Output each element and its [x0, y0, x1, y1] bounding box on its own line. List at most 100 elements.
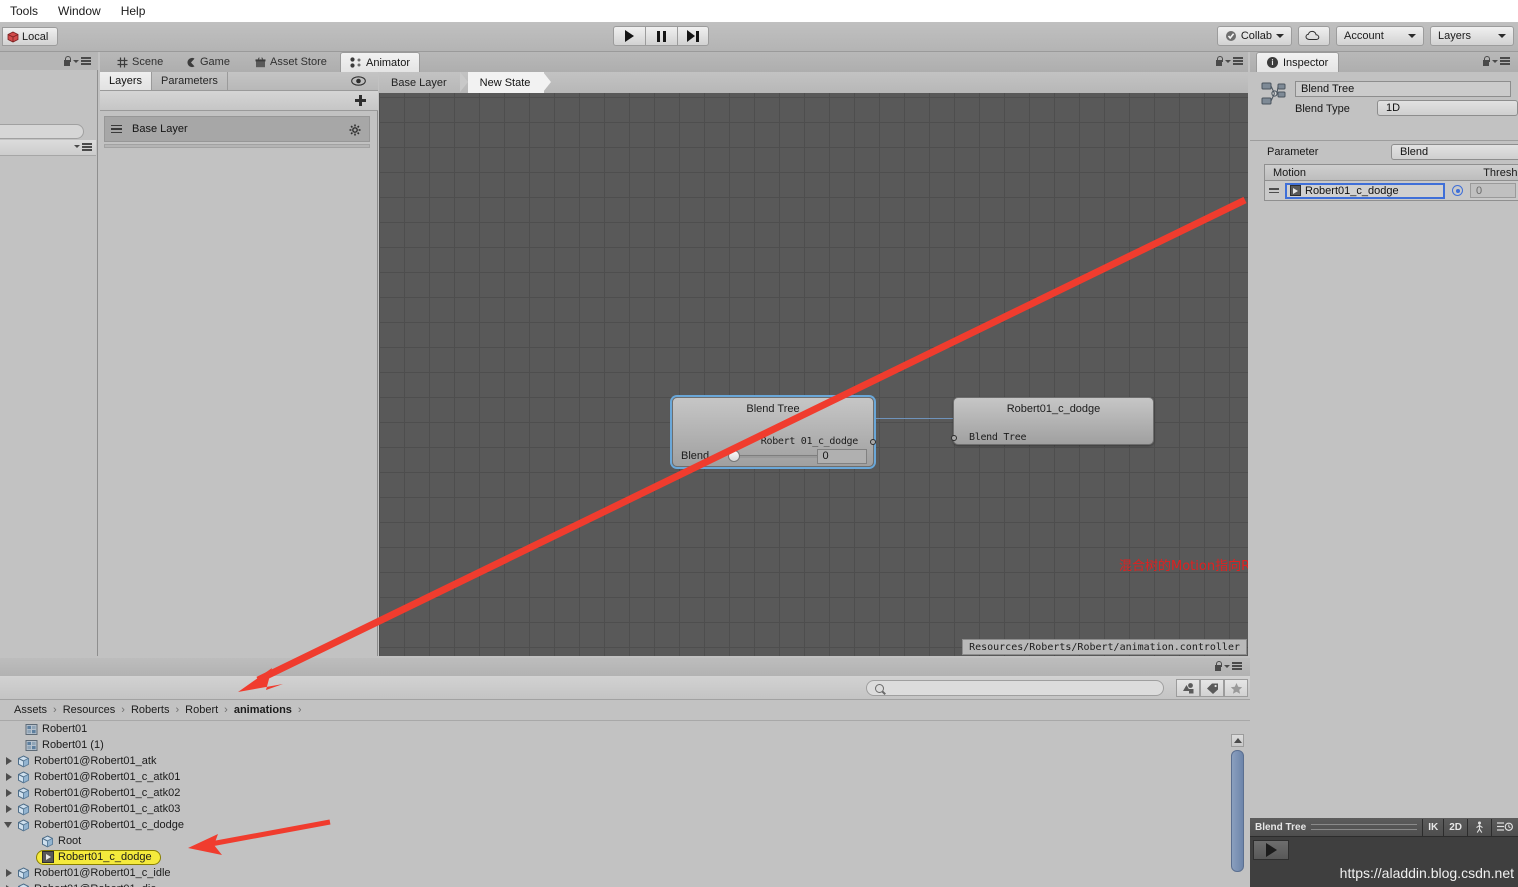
breadcrumb-separator-icon: ›	[175, 704, 180, 716]
list-item[interactable]: Robert01@Robert01_die	[0, 881, 1232, 887]
preview-2d-toggle[interactable]: 2D	[1443, 818, 1467, 836]
list-item[interactable]: Robert01@Robert01_c_atk03	[0, 801, 1232, 817]
scroll-up-button[interactable]	[1231, 734, 1244, 747]
tab-asset-store[interactable]: Asset Store	[246, 52, 336, 72]
list-item[interactable]: Robert01_c_dodge	[0, 849, 1232, 865]
list-item-label: Robert01@Robert01_c_atk02	[34, 787, 181, 799]
blend-tree-node-title: Blend Tree	[746, 403, 800, 415]
step-button[interactable]	[677, 26, 709, 46]
play-button[interactable]	[613, 26, 645, 46]
filter-type-icon[interactable]	[1176, 679, 1200, 697]
plus-icon[interactable]	[355, 95, 366, 106]
breadcrumb-new-state[interactable]: New State	[467, 72, 552, 93]
blend-slider[interactable]	[728, 449, 818, 463]
motion-list-row[interactable]: Robert01_c_dodge 0	[1264, 181, 1518, 201]
selected-item-highlight[interactable]: Robert01_c_dodge	[36, 849, 161, 865]
project-search-input[interactable]	[866, 680, 1164, 696]
eye-icon[interactable]	[351, 76, 366, 86]
menu-item-tools[interactable]: Tools	[0, 0, 48, 22]
input-port[interactable]	[951, 435, 957, 441]
tab-game[interactable]: Game	[176, 52, 239, 72]
blend-type-dropdown[interactable]: 1D	[1377, 100, 1518, 116]
project-file-list[interactable]: Robert01 Robert01 (1) Robert01@Robert01_…	[0, 721, 1232, 887]
animator-layers-panel: Layers Parameters Base Layer	[100, 72, 378, 656]
filter-label-icon[interactable]	[1200, 679, 1224, 697]
expand-arrow-icon[interactable]	[4, 868, 14, 878]
tab-animator[interactable]: Animator	[340, 52, 421, 72]
state-node-robert01-c-dodge[interactable]: Robert01_c_dodge Blend Tree	[951, 397, 1154, 445]
expand-arrow-icon[interactable]	[4, 788, 14, 798]
pause-button[interactable]	[645, 26, 677, 46]
collapse-arrow-icon[interactable]	[4, 820, 14, 830]
info-icon: i	[1267, 57, 1278, 68]
layers-list-body[interactable]	[100, 174, 377, 656]
menu-item-window[interactable]: Window	[48, 0, 111, 22]
breadcrumb-base-layer-label: Base Layer	[391, 76, 447, 89]
preview-play-button[interactable]	[1253, 840, 1289, 860]
breadcrumb-animations[interactable]: animations	[234, 704, 292, 716]
breadcrumb-assets[interactable]: Assets	[14, 704, 47, 716]
list-item[interactable]: Robert01@Robert01_c_idle	[0, 865, 1232, 881]
hierarchy-scene-row[interactable]	[0, 140, 96, 156]
slider-knob[interactable]	[728, 450, 741, 462]
tab-scene[interactable]: Scene	[108, 52, 172, 72]
animator-graph-canvas[interactable]: Base Layer New State Blend Tree Robert 0…	[379, 72, 1248, 656]
tab-game-label: Game	[200, 56, 230, 68]
threshold-field[interactable]: 0	[1470, 183, 1516, 198]
inspector-body: Blend Tree Blend Type 1D Parameter Blend…	[1250, 72, 1518, 818]
list-item[interactable]: Robert01@Robert01_c_atk01	[0, 769, 1232, 785]
breadcrumb-robert[interactable]: Robert	[185, 704, 218, 716]
expand-arrow-icon[interactable]	[4, 804, 14, 814]
hierarchy-lock-menu[interactable]	[63, 56, 91, 66]
expand-arrow-icon[interactable]	[4, 756, 14, 766]
list-item[interactable]: Robert01 (1)	[0, 737, 1232, 753]
layer-weight-bar[interactable]	[104, 144, 370, 148]
tab-inspector[interactable]: i Inspector	[1256, 52, 1340, 72]
favorite-star-icon[interactable]	[1224, 679, 1248, 697]
blend-value-field[interactable]: 0	[817, 448, 867, 464]
local-cube-icon	[7, 31, 19, 43]
collab-button[interactable]: Collab	[1216, 26, 1292, 46]
list-item[interactable]: Robert01	[0, 721, 1232, 737]
timeline-icon[interactable]	[1491, 818, 1518, 836]
breadcrumb-roberts[interactable]: Roberts	[131, 704, 170, 716]
blend-tree-node-motion-label: Robert 01_c_dodge	[760, 436, 859, 447]
drag-handle-icon[interactable]	[111, 124, 122, 134]
scrollbar-thumb[interactable]	[1231, 750, 1244, 872]
blend-tree-name-field[interactable]: Blend Tree	[1295, 81, 1511, 97]
list-item[interactable]: Robert01@Robert01_atk	[0, 753, 1232, 769]
motion-object-field[interactable]: Robert01_c_dodge	[1285, 182, 1445, 199]
menu-bar: Tools Window Help	[0, 0, 1518, 22]
breadcrumb-base-layer[interactable]: Base Layer	[379, 72, 468, 93]
account-button[interactable]: Account	[1336, 26, 1424, 46]
parameter-dropdown[interactable]: Blend	[1391, 144, 1518, 160]
hierarchy-search-input[interactable]	[0, 124, 84, 139]
project-lock-menu[interactable]	[1214, 661, 1242, 671]
tab-parameters[interactable]: Parameters	[152, 72, 228, 90]
slider-track	[728, 455, 818, 458]
expand-arrow-icon[interactable]	[4, 772, 14, 782]
object-picker-icon[interactable]	[1452, 185, 1463, 196]
layer-row-base-layer[interactable]: Base Layer	[104, 116, 370, 142]
blend-tree-node[interactable]: Blend Tree Robert 01_c_dodge Blend 0	[672, 397, 876, 467]
cloud-button[interactable]	[1298, 26, 1330, 46]
layers-dropdown[interactable]: Layers	[1430, 26, 1514, 46]
list-item[interactable]: Robert01@Robert01_c_atk02	[0, 785, 1232, 801]
preview-ik-toggle[interactable]: IK	[1422, 818, 1443, 836]
hierarchy-tree[interactable]	[0, 156, 96, 656]
animator-lock-menu[interactable]	[1215, 56, 1243, 66]
project-scrollbar[interactable]	[1231, 734, 1244, 880]
list-item[interactable]: Root	[0, 833, 1232, 849]
gear-icon[interactable]	[349, 124, 361, 136]
list-item[interactable]: Robert01@Robert01_c_dodge	[0, 817, 1232, 833]
drag-handle-icon[interactable]	[1269, 188, 1279, 193]
pivot-rotation-toggle[interactable]: Local	[2, 27, 59, 46]
breadcrumb-resources[interactable]: Resources	[63, 704, 116, 716]
menu-item-help[interactable]: Help	[111, 0, 156, 22]
output-port[interactable]	[870, 439, 876, 445]
menu-icon	[1233, 57, 1243, 65]
preview-viewport[interactable]: https://aladdin.blog.csdn.net	[1250, 837, 1518, 887]
inspector-lock-menu[interactable]	[1482, 56, 1510, 66]
avatar-icon[interactable]	[1467, 818, 1491, 836]
tab-layers[interactable]: Layers	[100, 72, 153, 90]
